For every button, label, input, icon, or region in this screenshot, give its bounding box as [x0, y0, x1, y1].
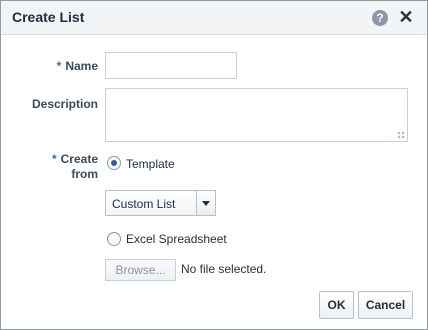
- description-textarea[interactable]: [105, 88, 408, 142]
- create-from-label: * Create from: [38, 152, 98, 182]
- cancel-button[interactable]: Cancel: [358, 291, 413, 319]
- template-radio-label[interactable]: Template: [126, 157, 175, 171]
- create-label-text: Create: [60, 152, 98, 166]
- textarea-resize-handle[interactable]: [397, 131, 405, 139]
- name-label-text: Name: [65, 59, 98, 73]
- dialog-title-bar: Create List ? ✕: [1, 1, 427, 35]
- dialog-title: Create List: [12, 9, 85, 25]
- name-input[interactable]: [105, 52, 237, 79]
- create-list-dialog: Create List ? ✕ * Name Description * Creat…: [0, 0, 428, 330]
- create-from-label-line2: from: [71, 167, 98, 181]
- create-from-label-line1: * Create: [38, 152, 98, 167]
- required-asterisk: *: [51, 152, 57, 166]
- description-label: Description: [31, 97, 98, 111]
- template-select[interactable]: Custom List: [105, 190, 216, 216]
- excel-radio-label[interactable]: Excel Spreadsheet: [126, 232, 227, 246]
- no-file-text: No file selected.: [181, 262, 267, 276]
- ok-button[interactable]: OK: [319, 291, 354, 319]
- name-label: * Name: [46, 59, 98, 73]
- template-radio[interactable]: [107, 156, 121, 170]
- help-icon[interactable]: ?: [372, 10, 388, 26]
- close-icon[interactable]: ✕: [397, 7, 415, 27]
- required-asterisk: *: [56, 59, 62, 73]
- chevron-down-icon[interactable]: [196, 191, 215, 215]
- browse-button[interactable]: Browse...: [105, 259, 176, 281]
- template-select-value: Custom List: [112, 197, 176, 211]
- excel-radio[interactable]: [107, 232, 121, 246]
